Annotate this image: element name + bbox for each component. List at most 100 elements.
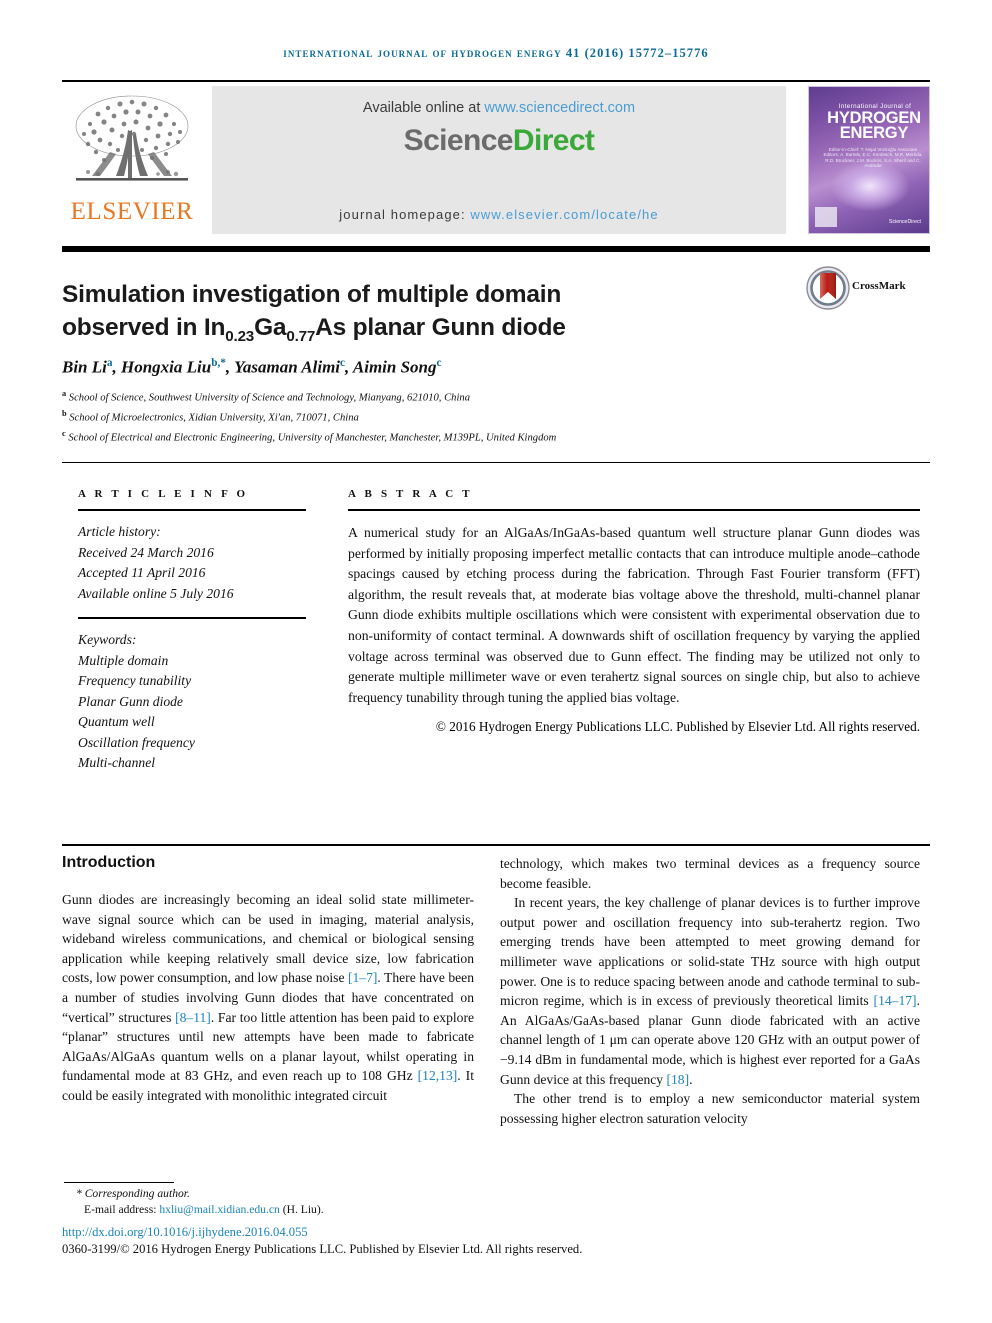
rule-before-body	[62, 844, 930, 846]
sciencedirect-logo-direct: Direct	[512, 124, 595, 157]
journal-homepage-prefix: journal homepage:	[339, 207, 471, 222]
doi-link[interactable]: http://dx.doi.org/10.1016/j.ijhydene.201…	[62, 1225, 308, 1240]
author-name: Yasaman Alimi	[234, 357, 341, 377]
affiliation-text: School of Science, Southwest University …	[68, 392, 470, 404]
body-paragraph: The other trend is to employ a new semic…	[500, 1091, 920, 1126]
journal-cover-thumbnail: International Journal of HYDROGEN ENERGY…	[808, 86, 930, 234]
article-info-divider	[78, 617, 306, 619]
email-line: E-mail address: hxliu@mail.xidian.edu.cn…	[62, 1202, 562, 1218]
sciencedirect-url-link[interactable]: www.sciencedirect.com	[484, 100, 635, 116]
citation-ref[interactable]: [12,13]	[418, 1068, 458, 1083]
author-affil-mark: a	[106, 357, 113, 369]
rule-top	[62, 80, 930, 82]
keyword-item: Multi-channel	[78, 755, 156, 770]
article-history-block: Article history: Received 24 March 2016 …	[78, 522, 306, 604]
author-affil-mark: c	[340, 357, 346, 369]
article-available-online-date: Available online 5 July 2016	[78, 585, 234, 601]
affiliation-mark: c	[62, 428, 66, 438]
author-affil-mark: b,*	[211, 357, 226, 369]
keyword-item: Quantum well	[78, 714, 155, 729]
affiliation-list: a School of Science, Southwest Universit…	[62, 386, 862, 446]
affiliation-item: c School of Electrical and Electronic En…	[62, 426, 862, 446]
email-suffix: (H. Liu).	[279, 1203, 324, 1217]
affiliation-text: School of Electrical and Electronic Engi…	[68, 432, 557, 444]
body-text: .	[689, 1071, 693, 1087]
sciencedirect-banner: Available online at www.sciencedirect.co…	[212, 86, 786, 234]
article-info-section: A R T I C L E I N F O Article history: R…	[78, 488, 306, 774]
author-affil-mark: c	[436, 357, 442, 369]
footnote-rule	[64, 1182, 174, 1183]
article-info-heading: A R T I C L E I N F O	[78, 488, 249, 500]
keyword-item: Oscillation frequency	[78, 734, 195, 750]
section-heading-introduction: Introduction	[62, 854, 156, 871]
rule-after-authors	[62, 462, 930, 463]
author-list: Bin Lia, Hongxia Liub,*, Yasaman Alimic,…	[62, 357, 442, 377]
body-column-left: Introduction Gunn diodes are increasingl…	[62, 854, 474, 1106]
author-name: Bin Li	[62, 357, 107, 377]
author-name: Hongxia Liu	[120, 357, 212, 377]
citation-ref[interactable]: [14–17]	[874, 993, 917, 1008]
sciencedirect-logo-science: Science	[403, 124, 514, 157]
available-online-line: Available online at www.sciencedirect.co…	[212, 100, 786, 116]
footnote-block: * Corresponding author. E-mail address: …	[62, 1186, 562, 1219]
journal-homepage-link[interactable]: www.elsevier.com/locate/he	[470, 207, 658, 222]
body-paragraph: technology, which makes two terminal dev…	[500, 856, 920, 891]
page-title-post: As planar Gunn diode	[315, 314, 566, 342]
page-title-mid: Ga	[254, 314, 287, 342]
article-received-date: Received 24 March 2016	[78, 544, 214, 560]
abstract-heading: A B S T R A C T	[348, 488, 473, 500]
elsevier-tree-icon	[75, 95, 189, 181]
affiliation-mark: b	[62, 408, 67, 418]
body-paragraph: In recent years, the key challenge of pl…	[500, 893, 920, 1089]
page-title-sub-ga: 0.77	[286, 328, 316, 346]
abstract-copyright: © 2016 Hydrogen Energy Publications LLC.…	[435, 719, 920, 735]
page-title-line1: Simulation investigation of multiple dom…	[62, 281, 562, 309]
author-name: Aimin Song	[352, 357, 437, 377]
issn-copyright-line: 0360-3199/© 2016 Hydrogen Energy Publica…	[62, 1242, 583, 1256]
page-title-line2-pre: observed in In	[62, 314, 226, 342]
cover-elsevier-mark-icon	[815, 207, 837, 227]
paper-page: International Journal of Hydrogen Energy…	[0, 0, 992, 1323]
elsevier-wordmark: ELSEVIER	[70, 198, 194, 225]
abstract-text: A numerical study for an AlGaAs/InGaAs-b…	[348, 525, 920, 705]
body-paragraph: Gunn diodes are increasingly becoming an…	[62, 890, 474, 1106]
body-column-right: technology, which makes two terminal dev…	[500, 854, 920, 1128]
keyword-item: Frequency tunability	[78, 673, 192, 688]
body-text: In recent years, the key challenge of pl…	[500, 895, 920, 1009]
cover-sciencedirect-mark: ScienceDirect	[888, 219, 921, 225]
article-accepted-date: Accepted 11 April 2016	[78, 565, 206, 580]
cover-journal-title: HYDROGEN ENERGY	[819, 110, 929, 142]
abstract-section: A B S T R A C T A numerical study for an…	[348, 488, 920, 735]
keyword-item: Planar Gunn diode	[78, 693, 183, 709]
keywords-label: Keywords:	[78, 632, 137, 647]
abstract-rule	[348, 509, 920, 511]
journal-homepage-line: journal homepage: www.elsevier.com/locat…	[212, 207, 786, 222]
crossmark-icon	[806, 266, 850, 310]
article-history-label: Article history:	[78, 524, 161, 539]
cover-journal-title-line2: ENERGY	[839, 124, 909, 142]
keyword-item: Multiple domain	[78, 652, 169, 668]
citation-ref[interactable]: [1–7]	[348, 970, 377, 985]
email-label: E-mail address:	[84, 1203, 160, 1217]
corresponding-author-note: * Corresponding author.	[76, 1187, 190, 1200]
page-title-sub-in: 0.23	[225, 328, 255, 346]
cover-editors: Editor-in-Chief: T. Nejat Veziroğlu Asso…	[823, 147, 923, 169]
crossmark-badge[interactable]: CrossMark	[806, 266, 930, 314]
crossmark-label: CrossMark	[852, 280, 906, 292]
affiliation-mark: a	[62, 389, 67, 398]
article-info-rule	[78, 509, 306, 511]
citation-ref[interactable]: [18]	[666, 1072, 689, 1087]
affiliation-text: School of Microelectronics, Xidian Unive…	[69, 412, 359, 424]
elsevier-logo: ELSEVIER	[62, 86, 202, 234]
rule-thick	[62, 246, 930, 252]
keywords-block: Keywords: Multiple domain Frequency tuna…	[78, 630, 306, 774]
affiliation-item: a School of Science, Southwest Universit…	[62, 386, 862, 406]
sciencedirect-logo[interactable]: ScienceDirect	[212, 124, 786, 158]
page-title: Simulation investigation of multiple dom…	[62, 278, 762, 353]
affiliation-item: b School of Microelectronics, Xidian Uni…	[62, 406, 862, 426]
citation-ref[interactable]: [8–11]	[175, 1010, 211, 1025]
masthead: ELSEVIER Available online at www.science…	[62, 86, 930, 234]
email-link[interactable]: hxliu@mail.xidian.edu.cn	[159, 1203, 279, 1216]
running-head: International Journal of Hydrogen Energy…	[283, 46, 709, 60]
available-online-prefix: Available online at	[362, 100, 485, 116]
